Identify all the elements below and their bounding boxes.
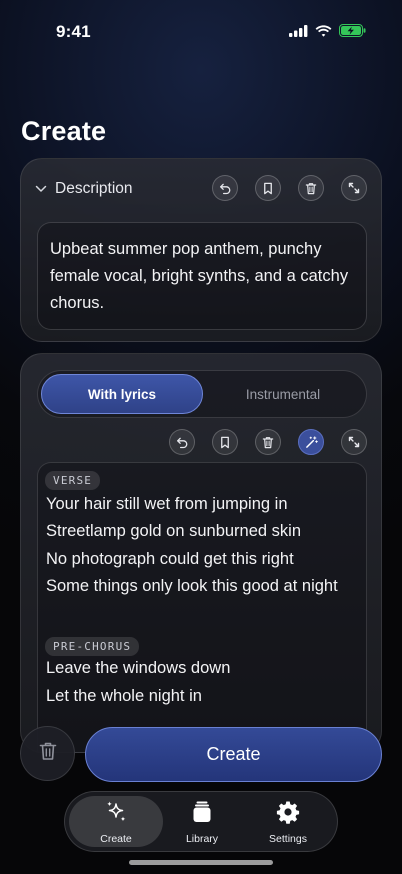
status-time: 9:41 xyxy=(56,22,91,41)
lyric-line: No photograph could get this right xyxy=(46,550,294,568)
sparkles-icon xyxy=(104,800,128,829)
undo-icon[interactable] xyxy=(212,175,238,201)
library-icon xyxy=(190,800,214,829)
trash-icon[interactable] xyxy=(255,429,281,455)
chevron-down-icon[interactable] xyxy=(35,185,49,193)
tab-label: Settings xyxy=(269,833,307,845)
tab-label: Library xyxy=(185,833,219,845)
clear-all-button[interactable] xyxy=(20,726,75,781)
description-card: Description Upbeat summer pop anthem, pu… xyxy=(20,158,382,342)
description-toolbar xyxy=(212,175,367,201)
description-input[interactable]: Upbeat summer pop anthem, punchy female … xyxy=(37,222,367,330)
expand-icon[interactable] xyxy=(341,175,367,201)
section-tag-verse: VERSE xyxy=(45,471,101,490)
tab-create[interactable]: Create xyxy=(71,800,161,845)
lyrics-card: With lyrics Instrumental VERSE Your hair… xyxy=(20,353,382,753)
lyric-line: Streetlamp gold on sunburned skin xyxy=(46,522,301,540)
gear-icon xyxy=(276,800,300,829)
status-icons xyxy=(289,24,366,37)
trash-icon[interactable] xyxy=(298,175,324,201)
lyric-line: Your hair still wet from jumping in xyxy=(46,495,288,513)
undo-icon[interactable] xyxy=(169,429,195,455)
tab-instrumental[interactable]: Instrumental xyxy=(203,374,363,414)
lyric-line: Let the whole night in xyxy=(46,687,202,705)
lyrics-editor[interactable]: VERSE Your hair still wet from jumping i… xyxy=(37,462,367,752)
tab-library[interactable]: Library xyxy=(157,800,247,845)
tab-bar: Create Library Settings xyxy=(64,791,338,852)
battery-charging-icon xyxy=(339,24,366,37)
lyrics-toolbar xyxy=(169,429,367,455)
bookmark-icon[interactable] xyxy=(212,429,238,455)
tab-with-lyrics[interactable]: With lyrics xyxy=(41,374,203,414)
tab-settings[interactable]: Settings xyxy=(243,800,333,845)
lyric-line: Some things only look this good at night xyxy=(46,577,338,595)
lyric-line: Leave the windows down xyxy=(46,659,231,677)
status-bar: 9:41 xyxy=(0,0,402,60)
tab-label: Create xyxy=(100,833,132,845)
create-button[interactable]: Create xyxy=(85,727,382,782)
description-title: Description xyxy=(55,180,133,197)
section-tag-pre-chorus: PRE-CHORUS xyxy=(45,637,140,656)
home-indicator xyxy=(129,860,273,865)
bookmark-icon[interactable] xyxy=(255,175,281,201)
expand-icon[interactable] xyxy=(341,429,367,455)
page-title: Create xyxy=(21,116,107,146)
cellular-signal-icon xyxy=(289,24,308,37)
magic-wand-icon[interactable] xyxy=(298,429,324,455)
wifi-icon xyxy=(315,24,332,37)
lyrics-mode-toggle: With lyrics Instrumental xyxy=(37,370,367,418)
trash-icon xyxy=(39,741,57,766)
